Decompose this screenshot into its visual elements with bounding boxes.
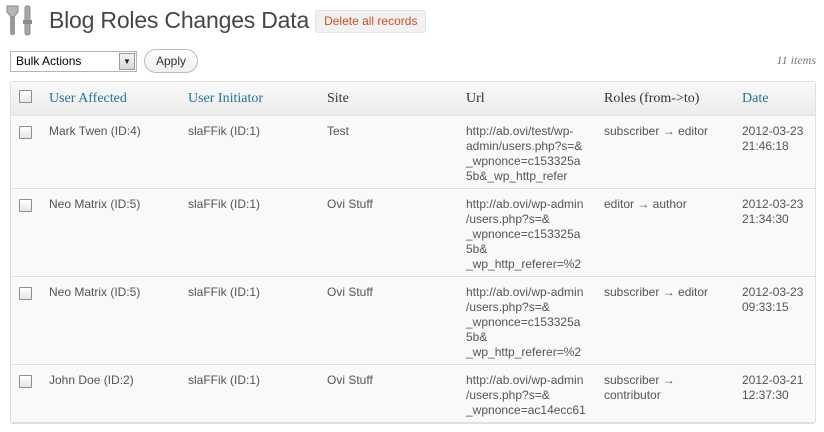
url-line: _wpnonce=c153325a	[466, 315, 581, 329]
url-line: /users.php?s=&	[466, 212, 550, 226]
select-all-checkbox[interactable]	[19, 89, 32, 103]
url-line: 5b&_wp_http_refer	[466, 169, 568, 183]
url-line: http://ab.ovi/wp-admin	[466, 197, 584, 211]
url-line: _wpnonce=ac14ecc61	[466, 403, 586, 417]
roles-cell: editor → author	[596, 189, 734, 277]
table-row: Mark Twen (ID:4) slaFFik (ID:1) Test htt…	[11, 116, 815, 189]
roles-changes-table: User Affected User Initiator Site Url Ro…	[10, 81, 816, 424]
table-header-row: User Affected User Initiator Site Url Ro…	[11, 82, 815, 116]
chevron-down-icon[interactable]: ▼	[119, 53, 135, 70]
date-cell: 2012-03-21 12:37:30	[734, 365, 815, 423]
url-line: _wp_http_referer=%2	[466, 257, 582, 271]
time-value: 12:37:30	[742, 388, 789, 402]
column-url: Url	[458, 82, 596, 116]
column-user-initiator[interactable]: User Initiator	[180, 82, 319, 116]
row-checkbox[interactable]	[19, 375, 32, 388]
url-line: http://ab.ovi/wp-admin	[466, 373, 584, 387]
page-header: Blog Roles Changes Data Delete all recor…	[6, 2, 427, 38]
row-checkbox-cell	[11, 365, 41, 423]
column-site: Site	[319, 82, 458, 116]
date-value: 2012-03-23	[742, 124, 804, 138]
url-link[interactable]: http://ab.ovi/wp-admin /users.php?s=& _w…	[458, 189, 596, 277]
delete-all-records-button[interactable]: Delete all records	[315, 9, 427, 33]
url-line: http://ab.ovi/test/wp-	[466, 124, 574, 138]
url-line: /users.php?s=&	[466, 300, 550, 314]
items-count: 11 items	[776, 53, 816, 67]
user-initiator-cell: slaFFik (ID:1)	[180, 365, 319, 423]
user-affected-cell: John Doe (ID:2)	[41, 365, 180, 423]
url-line: http://ab.ovi/wp-admin	[466, 285, 584, 299]
column-date[interactable]: Date	[734, 82, 815, 116]
url-link[interactable]: http://ab.ovi/wp-admin /users.php?s=& _w…	[458, 365, 596, 423]
date-cell: 2012-03-23 21:34:30	[734, 189, 815, 277]
time-value: 21:34:30	[742, 212, 789, 226]
bulk-actions-value: Bulk Actions	[16, 54, 82, 68]
time-value: 21:46:18	[742, 139, 789, 153]
column-user-affected[interactable]: User Affected	[41, 82, 180, 116]
row-checkbox-cell	[11, 277, 41, 365]
column-roles: Roles (from->to)	[596, 82, 734, 116]
roles-cell: subscriber → editor	[596, 116, 734, 189]
url-line: 5b&	[466, 242, 488, 256]
row-checkbox-cell	[11, 189, 41, 277]
site-cell: Ovi Stuff	[319, 277, 458, 365]
roles-cell: subscriber → contributor	[596, 365, 734, 423]
bulk-actions-select[interactable]: Bulk Actions ▼	[10, 51, 137, 72]
user-affected-cell: Neo Matrix (ID:5)	[41, 189, 180, 277]
url-line: _wpnonce=c153325a	[466, 154, 581, 168]
tools-icon	[6, 3, 40, 37]
url-line: /users.php?s=&	[466, 388, 550, 402]
url-link[interactable]: http://ab.ovi/wp-admin /users.php?s=& _w…	[458, 277, 596, 365]
apply-button[interactable]: Apply	[144, 49, 198, 73]
table-row: John Doe (ID:2) slaFFik (ID:1) Ovi Stuff…	[11, 365, 815, 423]
select-all-cell	[11, 82, 41, 116]
date-value: 2012-03-23	[742, 197, 804, 211]
url-line: admin/users.php?s=&	[466, 139, 583, 153]
user-initiator-cell: slaFFik (ID:1)	[180, 277, 319, 365]
date-cell: 2012-03-23 21:46:18	[734, 116, 815, 189]
site-cell: Ovi Stuff	[319, 365, 458, 423]
row-checkbox[interactable]	[19, 199, 32, 212]
row-checkbox[interactable]	[19, 287, 32, 300]
table-row: Neo Matrix (ID:5) slaFFik (ID:1) Ovi Stu…	[11, 189, 815, 277]
url-line: 5b&	[466, 330, 488, 344]
url-link[interactable]: http://ab.ovi/test/wp- admin/users.php?s…	[458, 116, 596, 189]
roles-cell: subscriber → editor	[596, 277, 734, 365]
url-line: _wpnonce=c153325a	[466, 227, 581, 241]
date-value: 2012-03-23	[742, 285, 804, 299]
site-cell: Ovi Stuff	[319, 189, 458, 277]
date-cell: 2012-03-23 09:33:15	[734, 277, 815, 365]
url-line: _wp_http_referer=%2	[466, 345, 582, 359]
user-initiator-cell: slaFFik (ID:1)	[180, 189, 319, 277]
user-affected-cell: Neo Matrix (ID:5)	[41, 277, 180, 365]
row-checkbox-cell	[11, 116, 41, 189]
time-value: 09:33:15	[742, 300, 789, 314]
site-cell: Test	[319, 116, 458, 189]
user-initiator-cell: slaFFik (ID:1)	[180, 116, 319, 189]
tablenav-top: Bulk Actions ▼ Apply 11 items	[10, 49, 816, 75]
page-title: Blog Roles Changes Data	[49, 6, 310, 33]
date-value: 2012-03-21	[742, 373, 804, 387]
row-checkbox[interactable]	[19, 126, 32, 139]
table-row: Neo Matrix (ID:5) slaFFik (ID:1) Ovi Stu…	[11, 277, 815, 365]
user-affected-cell: Mark Twen (ID:4)	[41, 116, 180, 189]
